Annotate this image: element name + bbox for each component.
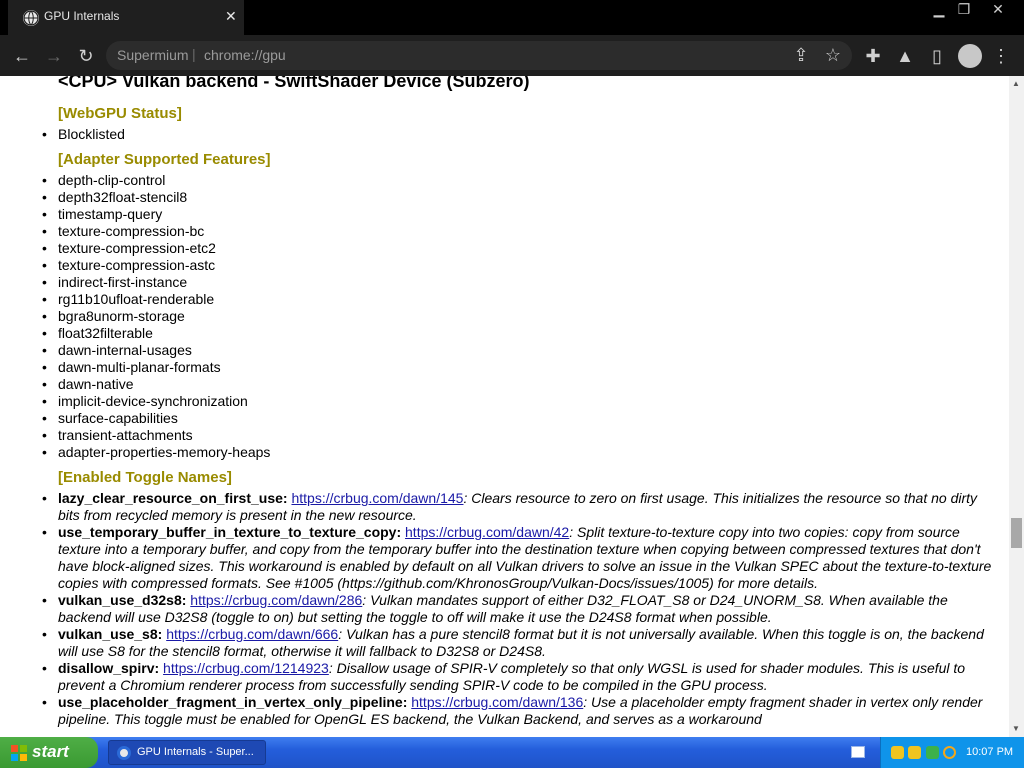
- feature-item: depth32float-stencil8: [42, 189, 270, 206]
- profile-avatar-icon[interactable]: [958, 44, 982, 68]
- features-heading: [Adapter Supported Features]: [58, 151, 271, 168]
- side-panel-icon[interactable]: ▯: [926, 45, 948, 67]
- feature-item: texture-compression-astc: [42, 257, 270, 274]
- tab-gpu-internals[interactable]: GPU Internals ✕: [8, 0, 244, 35]
- browser-toolbar: ← → ↻ Supermium | chrome://gpu ⇪ ☆ ✚ ▲ ▯…: [0, 35, 1024, 76]
- bookmark-star-icon[interactable]: ☆: [822, 44, 844, 66]
- browser-app-icon: [117, 746, 131, 760]
- extensions-puzzle-icon[interactable]: ✚: [862, 45, 884, 67]
- toggles-heading: [Enabled Toggle Names]: [58, 469, 232, 486]
- toggle-item: vulkan_use_d32s8: https://crbug.com/dawn…: [42, 592, 993, 626]
- feature-item: adapter-properties-memory-heaps: [42, 444, 270, 461]
- feature-item: dawn-multi-planar-formats: [42, 359, 270, 376]
- feature-item: float32filterable: [42, 325, 270, 342]
- toggle-name: vulkan_use_s8:: [58, 626, 163, 642]
- feature-item: texture-compression-bc: [42, 223, 270, 240]
- network-icon[interactable]: [926, 746, 939, 759]
- omnibox-url[interactable]: chrome://gpu: [204, 47, 286, 63]
- toggle-bug-link[interactable]: https://crbug.com/dawn/136: [411, 694, 583, 710]
- toggle-item: vulkan_use_s8: https://crbug.com/dawn/66…: [42, 626, 993, 660]
- toggle-name: disallow_spirv:: [58, 660, 160, 676]
- toggle-item: use_temporary_buffer_in_texture_to_textu…: [42, 524, 993, 592]
- start-button[interactable]: start: [0, 737, 98, 768]
- toggle-bug-link[interactable]: https://crbug.com/dawn/42: [405, 524, 569, 540]
- address-bar[interactable]: Supermium | chrome://gpu ⇪ ☆: [106, 41, 852, 70]
- toggles-list: lazy_clear_resource_on_first_use: https:…: [42, 490, 993, 728]
- feature-item: surface-capabilities: [42, 410, 270, 427]
- keyboard-icon[interactable]: [851, 746, 865, 758]
- taskbar-window-button[interactable]: GPU Internals - Super...: [108, 740, 266, 765]
- globe-icon: [23, 10, 39, 26]
- webgpu-status-list: Blocklisted: [42, 126, 125, 143]
- tab-title: GPU Internals: [44, 9, 120, 23]
- features-list: depth-clip-controldepth32float-stencil8t…: [42, 172, 270, 461]
- system-tray: 10:07 PM: [880, 737, 1024, 768]
- list-item: Blocklisted: [42, 126, 125, 143]
- reload-icon[interactable]: ↻: [75, 45, 97, 67]
- minimize-window-button[interactable]: ▁: [928, 0, 950, 18]
- back-arrow-icon[interactable]: ←: [11, 45, 33, 67]
- feature-item: rg11b10ufloat-renderable: [42, 291, 270, 308]
- scroll-up-arrow-icon[interactable]: ▲: [1012, 79, 1020, 88]
- close-window-button[interactable]: ✕: [987, 0, 1009, 18]
- toggle-bug-link[interactable]: https://crbug.com/dawn/145: [291, 490, 463, 506]
- restore-window-button[interactable]: ❐: [953, 0, 975, 18]
- search-icon[interactable]: [943, 746, 956, 759]
- feature-item: indirect-first-instance: [42, 274, 270, 291]
- omnibox-separator: |: [192, 46, 196, 62]
- toggle-name: vulkan_use_d32s8:: [58, 592, 187, 608]
- windows-taskbar: start GPU Internals - Super... 10:07 PM: [0, 737, 1024, 768]
- toggle-item: use_placeholder_fragment_in_vertex_only_…: [42, 694, 993, 728]
- toggle-item: lazy_clear_resource_on_first_use: https:…: [42, 490, 993, 524]
- taskbar-window-label: GPU Internals - Super...: [137, 746, 254, 758]
- page-content: <CPU> Vulkan backend - SwiftShader Devic…: [0, 76, 1009, 737]
- start-label: start: [32, 742, 69, 761]
- feature-item: bgra8unorm-storage: [42, 308, 270, 325]
- share-icon[interactable]: ⇪: [790, 44, 812, 66]
- labs-flask-icon[interactable]: ▲: [894, 45, 916, 67]
- feature-item: timestamp-query: [42, 206, 270, 223]
- forward-arrow-icon[interactable]: →: [43, 45, 65, 67]
- scrollbar-thumb[interactable]: [1011, 518, 1022, 548]
- feature-item: implicit-device-synchronization: [42, 393, 270, 410]
- clock: 10:07 PM: [966, 746, 1014, 758]
- security-shield-icon[interactable]: [891, 746, 904, 759]
- toggle-name: use_placeholder_fragment_in_vertex_only_…: [58, 694, 408, 710]
- feature-item: depth-clip-control: [42, 172, 270, 189]
- toggle-name: lazy_clear_resource_on_first_use:: [58, 490, 288, 506]
- toggle-bug-link[interactable]: https://crbug.com/dawn/286: [190, 592, 362, 608]
- toggle-name: use_temporary_buffer_in_texture_to_textu…: [58, 524, 402, 540]
- toggle-item: disallow_spirv: https://crbug.com/121492…: [42, 660, 993, 694]
- feature-item: dawn-internal-usages: [42, 342, 270, 359]
- adapter-title: <CPU> Vulkan backend - SwiftShader Devic…: [58, 76, 530, 91]
- feature-item: texture-compression-etc2: [42, 240, 270, 257]
- close-tab-icon[interactable]: ✕: [225, 8, 237, 24]
- feature-item: transient-attachments: [42, 427, 270, 444]
- scroll-down-arrow-icon[interactable]: ▼: [1012, 724, 1020, 733]
- title-bar: GPU Internals ✕ ▁ ❐ ✕: [0, 0, 1024, 35]
- toggle-bug-link[interactable]: https://crbug.com/dawn/666: [166, 626, 338, 642]
- omnibox-site-label: Supermium: [117, 47, 189, 63]
- menu-kebab-icon[interactable]: ⋮: [990, 45, 1012, 67]
- toggle-bug-link[interactable]: https://crbug.com/1214923: [163, 660, 329, 676]
- webgpu-status-heading: [WebGPU Status]: [58, 105, 182, 122]
- windows-logo-icon: [10, 744, 28, 762]
- security-alert-shield-icon[interactable]: [908, 746, 921, 759]
- feature-item: dawn-native: [42, 376, 270, 393]
- vertical-scrollbar[interactable]: ▲ ▼: [1009, 76, 1024, 737]
